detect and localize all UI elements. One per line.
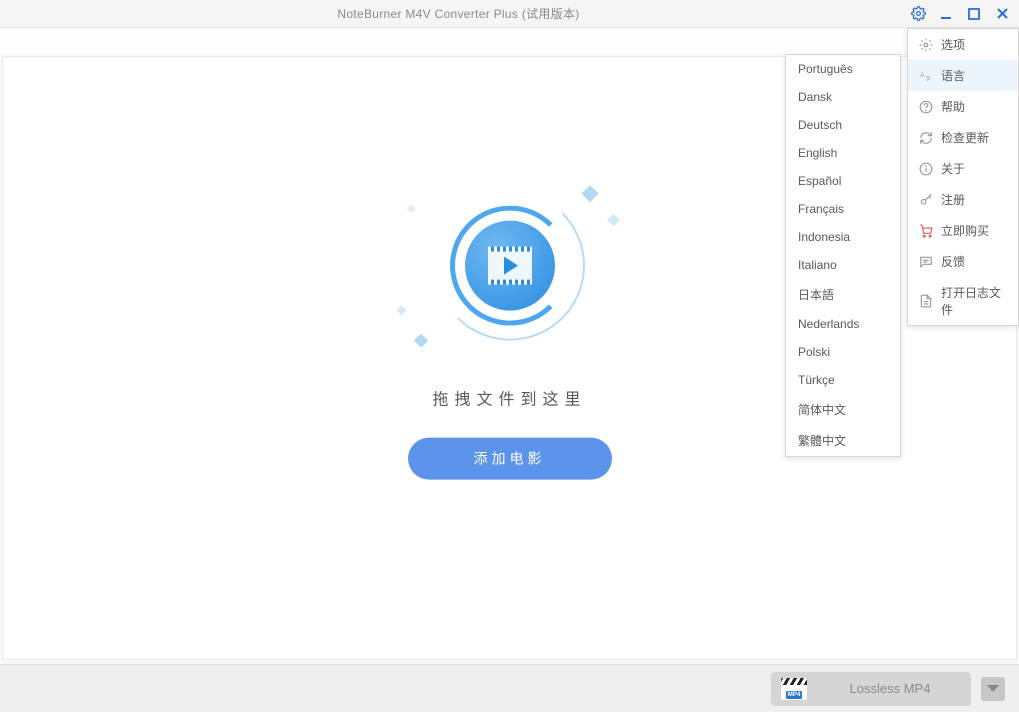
menu-item-buy-now-label: 立即购买: [941, 222, 989, 239]
menu-item-check-update[interactable]: 检查更新: [908, 122, 1018, 153]
lang-item-simplified-chinese[interactable]: 简体中文: [786, 394, 900, 425]
add-movie-button[interactable]: 添加电影: [408, 438, 612, 480]
toolbar: 已: [0, 28, 1019, 54]
settings-menu: 选项 A字 语言 帮助 检查更新 关于 注册 立即购买: [907, 28, 1019, 326]
language-icon: A字: [918, 68, 933, 83]
output-format-label: Lossless MP4: [819, 681, 961, 696]
svg-text:字: 字: [925, 74, 930, 82]
language-menu: Português Dansk Deutsch English Español …: [785, 54, 901, 457]
lang-item-francais[interactable]: Français: [786, 195, 900, 223]
lang-item-turkce[interactable]: Türkçe: [786, 366, 900, 394]
drop-illustration: [420, 176, 600, 356]
lang-item-deutsch[interactable]: Deutsch: [786, 111, 900, 139]
document-icon: [918, 294, 933, 309]
key-icon: [918, 192, 933, 207]
cart-icon: [918, 223, 933, 238]
menu-item-about[interactable]: 关于: [908, 153, 1018, 184]
menu-item-register-label: 注册: [941, 191, 965, 208]
lang-item-espanol[interactable]: Español: [786, 167, 900, 195]
chat-icon: [918, 254, 933, 269]
menu-item-help[interactable]: 帮助: [908, 91, 1018, 122]
menu-item-open-log-label: 打开日志文件: [941, 284, 1008, 318]
footer: MP4 Lossless MP4: [0, 664, 1019, 712]
lang-item-english[interactable]: English: [786, 139, 900, 167]
menu-item-feedback[interactable]: 反馈: [908, 246, 1018, 277]
chevron-down-icon: [987, 685, 999, 692]
titlebar: NoteBurner M4V Converter Plus (试用版本): [0, 0, 1019, 28]
refresh-icon: [918, 130, 933, 145]
drop-instruction: 拖拽文件到这里: [432, 386, 586, 410]
output-format-selector[interactable]: MP4 Lossless MP4: [771, 672, 971, 706]
gear-icon: [918, 37, 933, 52]
lang-item-dansk[interactable]: Dansk: [786, 83, 900, 111]
lang-item-portugues[interactable]: Português: [786, 55, 900, 83]
clapperboard-mp4-icon: MP4: [781, 678, 807, 700]
menu-item-open-log[interactable]: 打开日志文件: [908, 277, 1018, 325]
menu-item-options[interactable]: 选项: [908, 29, 1018, 60]
lang-item-italiano[interactable]: Italiano: [786, 251, 900, 279]
settings-icon[interactable]: [909, 5, 927, 23]
lang-item-traditional-chinese[interactable]: 繁體中文: [786, 425, 900, 456]
close-icon[interactable]: [993, 5, 1011, 23]
lang-item-indonesia[interactable]: Indonesia: [786, 223, 900, 251]
app-title: NoteBurner M4V Converter Plus (试用版本): [8, 5, 909, 22]
window-controls: [909, 5, 1011, 23]
lang-item-polski[interactable]: Polski: [786, 338, 900, 366]
drop-zone[interactable]: 拖拽文件到这里 添加电影: [408, 176, 612, 480]
lang-item-japanese[interactable]: 日本語: [786, 279, 900, 310]
menu-item-feedback-label: 反馈: [941, 253, 965, 270]
lang-item-nederlands[interactable]: Nederlands: [786, 310, 900, 338]
minimize-icon[interactable]: [937, 5, 955, 23]
menu-item-buy-now[interactable]: 立即购买: [908, 215, 1018, 246]
menu-item-register[interactable]: 注册: [908, 184, 1018, 215]
menu-item-check-update-label: 检查更新: [941, 129, 989, 146]
help-icon: [918, 99, 933, 114]
info-icon: [918, 161, 933, 176]
output-format-dropdown-button[interactable]: [981, 677, 1005, 701]
film-play-icon: [488, 247, 532, 285]
menu-item-help-label: 帮助: [941, 98, 965, 115]
svg-text:A: A: [920, 72, 925, 79]
menu-item-language[interactable]: A字 语言: [908, 60, 1018, 91]
menu-item-about-label: 关于: [941, 160, 965, 177]
menu-item-options-label: 选项: [941, 36, 965, 53]
maximize-icon[interactable]: [965, 5, 983, 23]
menu-item-language-label: 语言: [941, 67, 965, 84]
